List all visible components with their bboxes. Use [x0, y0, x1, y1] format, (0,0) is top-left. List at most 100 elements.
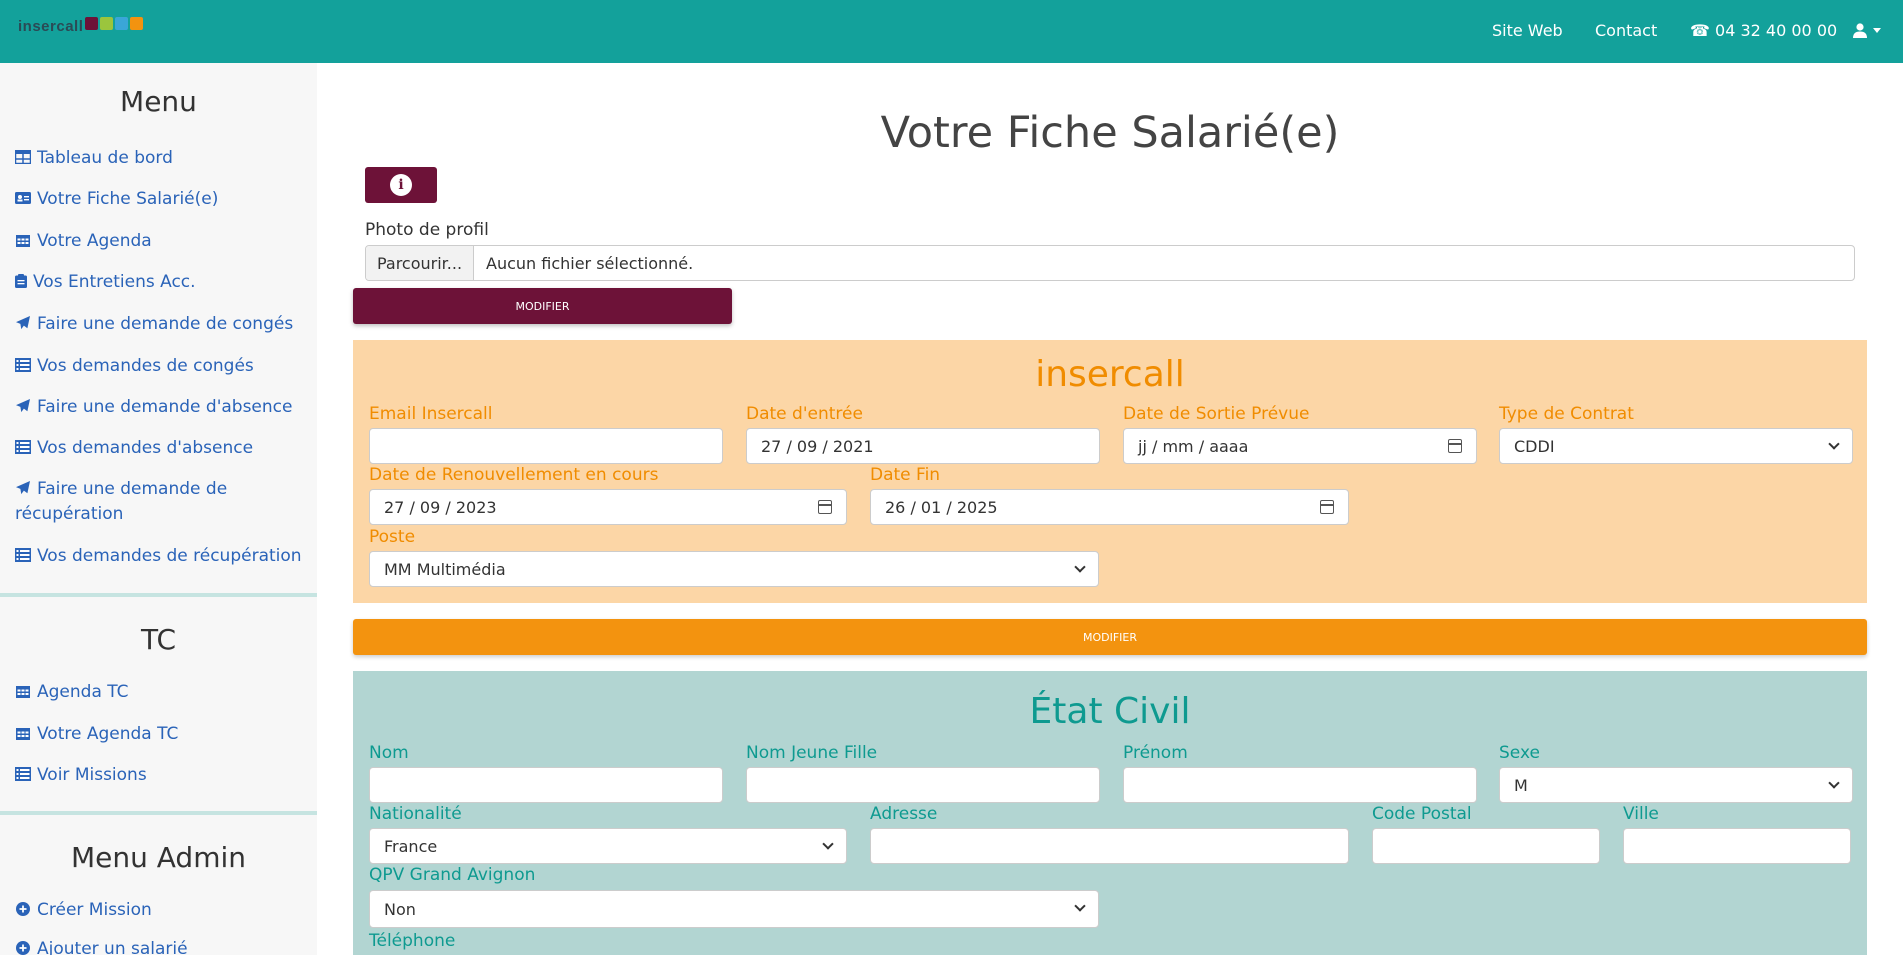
etat-civil-title: État Civil — [1029, 691, 1191, 732]
type-contrat-select[interactable]: CDDI — [1499, 428, 1853, 464]
calendar-icon — [16, 686, 30, 698]
date-sortie-value: jj / mm / aaaa — [1138, 436, 1249, 456]
sidebar-item-label: Votre Agenda TC — [37, 724, 179, 744]
date-entree-label: Date d'entrée — [746, 404, 863, 424]
sidebar-item-label: Faire une demande de congés — [37, 314, 294, 334]
phone-number: 04 32 40 00 00 — [1715, 21, 1838, 40]
qpv-select[interactable]: Non — [369, 890, 1099, 928]
site-web-link[interactable]: Site Web — [1492, 21, 1563, 40]
poste-label: Poste — [369, 527, 416, 547]
poste-value: MM Multimédia — [384, 559, 506, 579]
sidebar-item-vos-absences[interactable]: Vos demandes d'absence — [15, 436, 305, 461]
code-postal-label: Code Postal — [1372, 804, 1472, 824]
date-entree-input[interactable]: 27 / 09 / 2021 — [746, 428, 1100, 464]
logo-blocks — [85, 17, 144, 30]
info-icon: i — [390, 174, 412, 196]
logo-text: insercall — [18, 18, 84, 35]
nationalite-label: Nationalité — [369, 804, 462, 824]
chevron-down-icon — [822, 838, 834, 850]
date-entree-value: 27 / 09 / 2021 — [761, 436, 874, 456]
phone-icon: ☎ — [1690, 21, 1710, 40]
sidebar-item-label: Faire une demande de récupération — [15, 479, 228, 524]
poste-select[interactable]: MM Multimédia — [369, 551, 1099, 587]
sidebar-item-ajouter-salarie[interactable]: Ajouter un salarié — [15, 937, 305, 955]
ville-input[interactable] — [1623, 828, 1851, 864]
user-menu-dropdown[interactable] — [1852, 21, 1882, 41]
sidebar-menu-title: Menu — [120, 85, 197, 118]
calendar-icon — [16, 728, 30, 740]
browse-button[interactable]: Parcourir... — [366, 246, 474, 280]
sidebar-item-vos-conges[interactable]: Vos demandes de congés — [15, 354, 305, 379]
user-icon — [1853, 23, 1867, 38]
sidebar-item-fiche-salarie[interactable]: Votre Fiche Salarié(e) — [15, 187, 305, 212]
sidebar-item-label: Faire une demande d'absence — [37, 397, 293, 417]
qpv-value: Non — [384, 899, 416, 919]
contact-link[interactable]: Contact — [1595, 21, 1657, 40]
top-navbar: insercall Site Web Contact ☎ 04 32 40 00… — [0, 0, 1903, 63]
plus-circle-icon — [16, 941, 30, 955]
date-renouvellement-input[interactable]: 27 / 09 / 2023 — [369, 489, 847, 525]
calendar-icon[interactable] — [1320, 500, 1334, 514]
calendar-icon[interactable] — [818, 500, 832, 514]
photo-file-input[interactable]: Parcourir... Aucun fichier sélectionné. — [365, 245, 1855, 281]
paper-plane-icon — [16, 399, 30, 413]
sidebar-item-agenda-tc[interactable]: Agenda TC — [15, 680, 305, 705]
code-postal-input[interactable] — [1372, 828, 1600, 864]
plus-circle-icon — [16, 902, 30, 916]
insercall-logo[interactable]: insercall — [18, 17, 144, 35]
etat-civil-panel: État Civil Nom Nom Jeune Fille Prénom Se… — [353, 671, 1867, 955]
clipboard-icon — [15, 274, 27, 288]
adresse-input[interactable] — [870, 828, 1349, 864]
sidebar-item-label: Vos demandes de récupération — [37, 546, 302, 566]
sidebar-item-votre-agenda-tc[interactable]: Votre Agenda TC — [15, 722, 305, 747]
ville-label: Ville — [1623, 804, 1659, 824]
email-insercall-label: Email Insercall — [369, 404, 493, 424]
sidebar-tc-title: TC — [140, 623, 176, 656]
info-button[interactable]: i — [365, 167, 437, 203]
sidebar-item-label: Agenda TC — [37, 682, 129, 702]
date-sortie-input[interactable]: jj / mm / aaaa — [1123, 428, 1477, 464]
date-fin-label: Date Fin — [870, 465, 941, 485]
sexe-value: M — [1514, 775, 1528, 795]
page-title: Votre Fiche Salarié(e) — [880, 108, 1340, 158]
phone-link[interactable]: ☎ 04 32 40 00 00 — [1690, 21, 1837, 40]
caret-down-icon — [1873, 28, 1882, 33]
calendar-icon[interactable] — [1448, 439, 1462, 453]
sidebar-item-label: Vos demandes d'absence — [37, 438, 254, 458]
sidebar-item-label: Vos demandes de congés — [37, 356, 254, 376]
sidebar-item-label: Ajouter un salarié — [37, 939, 188, 955]
sidebar-item-tableau-de-bord[interactable]: Tableau de bord — [15, 146, 305, 171]
date-fin-value: 26 / 01 / 2025 — [885, 497, 998, 517]
modify-insercall-button[interactable]: MODIFIER — [353, 619, 1867, 655]
sexe-label: Sexe — [1499, 743, 1540, 763]
sidebar-item-demande-conges[interactable]: Faire une demande de congés — [15, 312, 305, 337]
sidebar-item-creer-mission[interactable]: Créer Mission — [15, 898, 305, 923]
sidebar-item-label: Voir Missions — [37, 765, 147, 785]
insercall-panel: insercall Email Insercall Date d'entrée … — [353, 340, 1867, 603]
sidebar-item-voir-missions[interactable]: Voir Missions — [15, 763, 305, 788]
sidebar-item-demande-absence[interactable]: Faire une demande d'absence — [15, 395, 305, 420]
nationalite-value: France — [384, 836, 438, 856]
date-fin-input[interactable]: 26 / 01 / 2025 — [870, 489, 1349, 525]
date-renouvellement-value: 27 / 09 / 2023 — [384, 497, 497, 517]
chevron-down-icon — [1074, 561, 1086, 573]
file-status: Aucun fichier sélectionné. — [486, 253, 694, 273]
id-card-icon — [15, 192, 31, 204]
sidebar-item-label: Tableau de bord — [37, 148, 173, 168]
nom-input[interactable] — [369, 767, 723, 803]
paper-plane-icon — [16, 481, 30, 495]
sexe-select[interactable]: M — [1499, 767, 1853, 803]
chevron-down-icon — [1074, 900, 1086, 912]
date-sortie-label: Date de Sortie Prévue — [1123, 404, 1310, 424]
sidebar-item-agenda[interactable]: Votre Agenda — [15, 229, 305, 254]
prenom-input[interactable] — [1123, 767, 1477, 803]
sidebar-item-entretiens[interactable]: Vos Entretiens Acc. — [15, 270, 305, 295]
insercall-section-title: insercall — [1035, 354, 1185, 395]
nom-jeune-fille-input[interactable] — [746, 767, 1100, 803]
modify-photo-button[interactable]: MODIFIER — [353, 288, 732, 324]
nationalite-select[interactable]: France — [369, 828, 847, 864]
sidebar-item-vos-recuperations[interactable]: Vos demandes de récupération — [15, 544, 305, 569]
sidebar-item-demande-recuperation[interactable]: Faire une demande de récupération — [15, 477, 305, 527]
email-insercall-input[interactable] — [369, 428, 723, 464]
type-contrat-value: CDDI — [1514, 436, 1555, 456]
